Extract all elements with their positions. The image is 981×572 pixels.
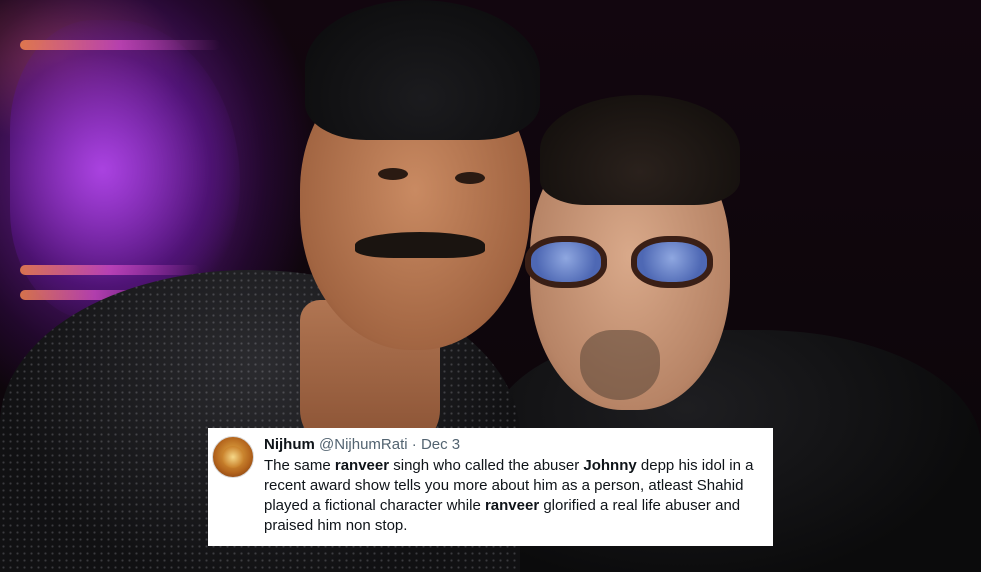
right-person-hair	[540, 95, 740, 205]
tweet-text-segment: ranveer	[334, 457, 390, 474]
tweet-text-segment: Johnny	[583, 457, 637, 474]
left-lens	[525, 236, 607, 288]
stage-stripe	[20, 40, 220, 50]
tweet-header: Nijhum @NijhumRati · Dec 3	[264, 436, 761, 454]
tinted-glasses	[525, 236, 725, 290]
user-avatar[interactable]	[212, 436, 254, 478]
right-lens	[631, 236, 713, 288]
user-handle[interactable]: @NijhumRati	[319, 436, 408, 453]
left-person-eye	[378, 168, 408, 180]
tweet-text-segment: ranveer	[484, 497, 540, 514]
left-person-hair	[305, 0, 540, 140]
left-person-eye	[455, 172, 485, 184]
tweet-card[interactable]: Nijhum @NijhumRati · Dec 3 The same ranv…	[208, 428, 773, 546]
tweet-text-segment: The same	[264, 457, 335, 474]
avatar-emblem	[222, 446, 244, 468]
separator-dot: ·	[411, 436, 417, 453]
left-person-mustache	[355, 232, 485, 258]
display-name[interactable]: Nijhum	[264, 436, 315, 453]
tweet-text: The same ranveer singh who called the ab…	[264, 456, 761, 536]
stage-stripe	[20, 265, 200, 275]
right-person-goatee	[580, 330, 660, 400]
tweet-text-segment: singh who called the abuser	[389, 457, 584, 474]
tweet-date[interactable]: Dec 3	[421, 436, 460, 453]
